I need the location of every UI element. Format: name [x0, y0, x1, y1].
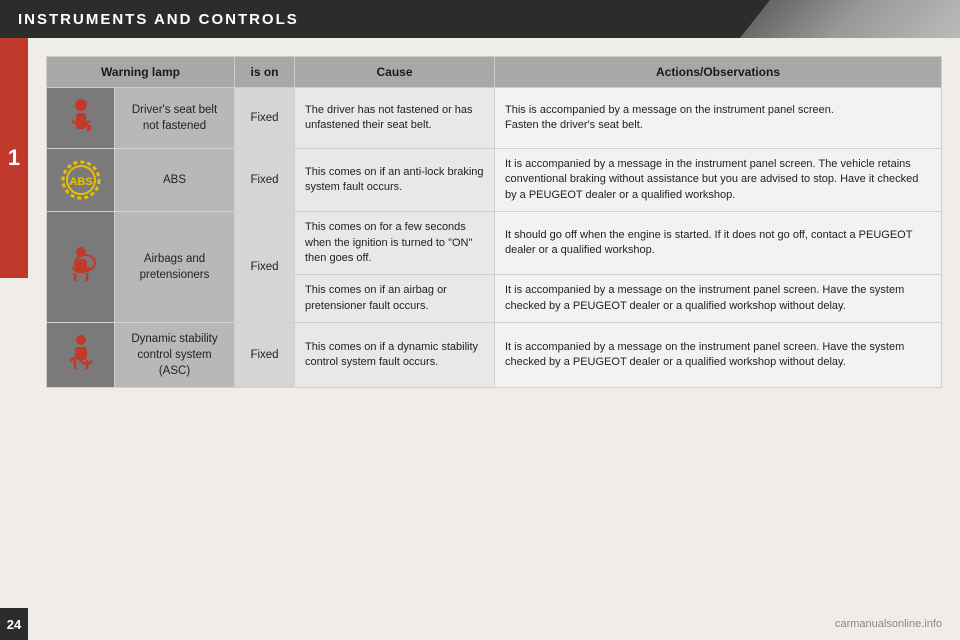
header-bar: INSTRUMENTS and CONTROLS — [0, 0, 960, 38]
dsc-icon-cell — [47, 323, 115, 388]
dsc-ison: Fixed — [235, 323, 295, 388]
seatbelt-ison: Fixed — [235, 88, 295, 149]
col-actions: Actions/Observations — [495, 57, 942, 88]
seatbelt-icon — [59, 96, 103, 140]
airbag-lamp-name: Airbags and pretensioners — [115, 212, 235, 323]
col-is-on: is on — [235, 57, 295, 88]
chapter-tab: 1 — [0, 38, 28, 278]
seatbelt-lamp-name: Driver's seat belt not fastened — [115, 88, 235, 149]
airbag-cause-1: This comes on for a few seconds when the… — [295, 212, 495, 275]
page-number: 24 — [0, 608, 28, 640]
airbag-icon-cell — [47, 212, 115, 323]
col-warning-lamp: Warning lamp — [47, 57, 235, 88]
airbag-icon — [59, 245, 103, 289]
abs-ison: Fixed — [235, 149, 295, 212]
warning-lamp-table: Warning lamp is on Cause Actions/Observa… — [46, 56, 942, 388]
seatbelt-actions: This is accompanied by a message on the … — [495, 88, 942, 149]
dsc-icon — [59, 333, 103, 377]
main-content: Warning lamp is on Cause Actions/Observa… — [28, 38, 960, 398]
abs-lamp-name: ABS — [115, 149, 235, 212]
chapter-number: 1 — [8, 145, 20, 171]
table-row: Airbags and pretensioners Fixed This com… — [47, 212, 942, 275]
svg-text:ABS: ABS — [69, 176, 92, 188]
airbag-cause-2: This comes on if an airbag or pretension… — [295, 275, 495, 323]
airbag-ison: Fixed — [235, 212, 295, 323]
airbag-actions-2: It is accompanied by a message on the in… — [495, 275, 942, 323]
dsc-cause: This comes on if a dynamic stability con… — [295, 323, 495, 388]
seatbelt-icon-cell — [47, 88, 115, 149]
table-row: ABS ABS Fixed This comes on if an anti-l… — [47, 149, 942, 212]
dsc-lamp-name: Dynamic stability control system (ASC) — [115, 323, 235, 388]
footer-watermark: carmanualsonline.info — [835, 618, 942, 630]
abs-icon-cell: ABS — [47, 149, 115, 212]
seatbelt-cause: The driver has not fastened or has unfas… — [295, 88, 495, 149]
col-cause: Cause — [295, 57, 495, 88]
abs-actions: It is accompanied by a message in the in… — [495, 149, 942, 212]
dsc-actions: It is accompanied by a message on the in… — [495, 323, 942, 388]
abs-icon: ABS — [59, 158, 103, 202]
table-row: Dynamic stability control system (ASC) F… — [47, 323, 942, 388]
airbag-actions-1: It should go off when the engine is star… — [495, 212, 942, 275]
page-title: INSTRUMENTS and CONTROLS — [18, 11, 299, 28]
abs-cause: This comes on if an anti-lock braking sy… — [295, 149, 495, 212]
table-row: Driver's seat belt not fastened Fixed Th… — [47, 88, 942, 149]
